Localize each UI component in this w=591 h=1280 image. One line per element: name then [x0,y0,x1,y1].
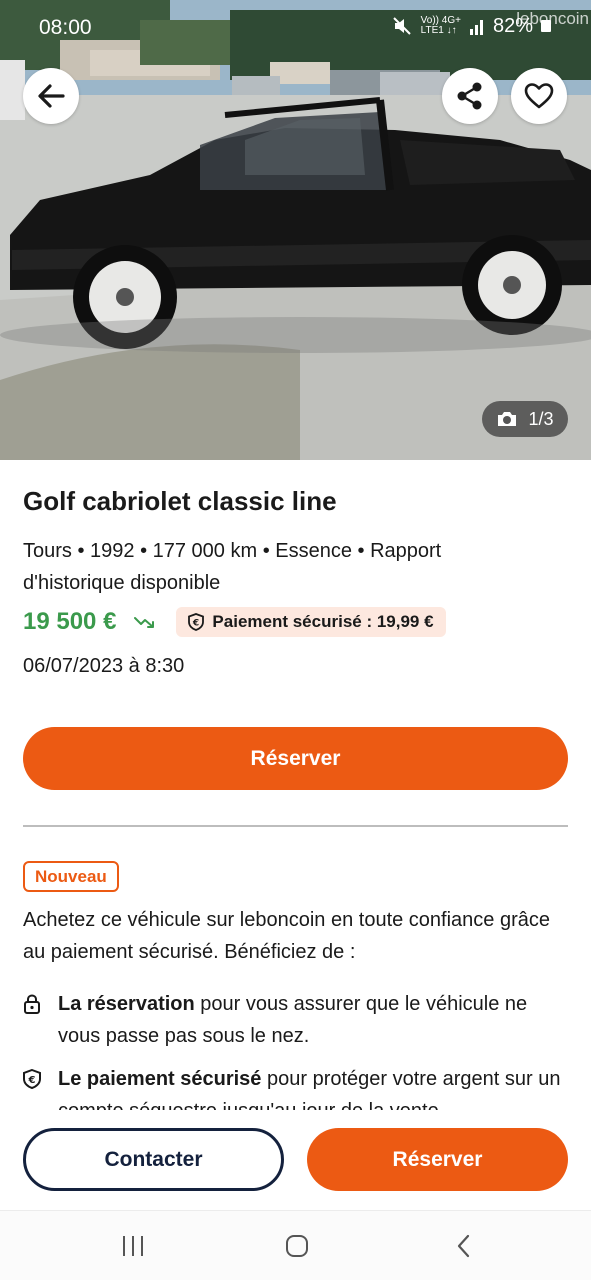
bottom-action-bar: Contacter Réserver [0,1110,591,1210]
camera-icon [498,412,517,426]
back-button[interactable] [23,68,79,124]
vehicle-photo[interactable]: 08:00 Vo)) 4G+ LTE1 ↓↑ 82% leboncoin 1/3 [0,0,591,460]
car-photo-illustration [0,0,591,460]
secure-purchase-intro: Achetez ce véhicule sur leboncoin en tou… [23,909,551,963]
mute-icon [392,17,411,35]
network-indicator: Vo)) 4G+ LTE1 ↓↑ [421,16,461,36]
system-nav-bar [0,1210,591,1280]
svg-text:€: € [192,619,199,629]
favorite-button[interactable] [511,68,567,124]
svg-text:€: € [28,1075,36,1086]
reserve-bottom-button[interactable]: Réserver [307,1128,568,1191]
price-row: 19 500 € € Paiement sécurisé : 19,99 € [23,606,446,638]
listing-date: 06/07/2023 à 8:30 [23,655,185,677]
new-badge: Nouveau [23,861,119,892]
heart-icon [524,83,554,109]
trend-down-icon [134,617,155,628]
listing-specs: Tours • 1992 • 177 000 km • Essence • Ra… [23,540,442,594]
reserve-button[interactable]: Réserver [23,727,568,790]
benefit-reservation-text: La réservation pour vous assurer que le … [58,988,568,1052]
shield-euro-icon: € [188,613,205,631]
arrow-left-icon [38,84,65,108]
listing-title: Golf cabriolet classic line [23,486,337,516]
secure-payment-text: Paiement sécurisé : 19,99 € [212,612,434,631]
photo-counter: 1/3 [482,401,568,437]
contact-button[interactable]: Contacter [23,1128,284,1191]
signal-icon [469,20,483,35]
back-nav-button[interactable] [424,1211,504,1280]
benefit-reservation: La réservation pour vous assurer que le … [23,988,568,1052]
network-bottom: LTE1 ↓↑ [420,25,457,36]
lock-icon [24,994,40,1014]
status-time: 08:00 [39,16,92,39]
price: 19 500 € [23,608,117,635]
home-button[interactable] [257,1211,337,1280]
benefit-secure-payment-title: Le paiement sécurisé [58,1068,262,1090]
chevron-left-icon [457,1234,470,1258]
share-button[interactable] [442,68,498,124]
shield-euro-icon: € [23,1068,41,1090]
recent-apps-button[interactable] [93,1211,173,1280]
divider [23,825,568,827]
recent-apps-icon [123,1236,143,1256]
home-icon [286,1235,308,1257]
photo-counter-text: 1/3 [528,408,554,429]
secure-payment-badge[interactable]: € Paiement sécurisé : 19,99 € [176,607,446,637]
benefit-reservation-title: La réservation [58,993,195,1015]
watermark: leboncoin [516,9,589,28]
price-trend-down-icon[interactable] [134,615,156,629]
status-bar: 08:00 Vo)) 4G+ LTE1 ↓↑ 82% leboncoin [0,0,591,56]
share-icon [457,82,482,110]
